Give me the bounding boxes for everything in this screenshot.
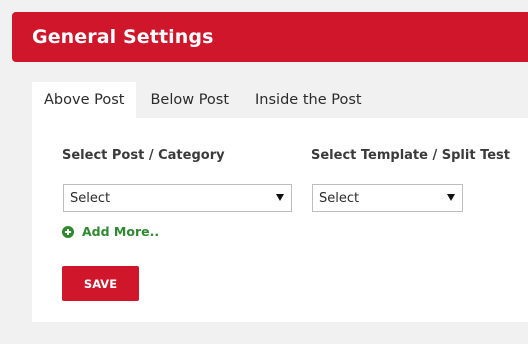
template-select[interactable]: Select bbox=[312, 184, 463, 212]
tab-below-post[interactable]: Below Post bbox=[136, 82, 243, 118]
post-category-label: Select Post / Category bbox=[62, 148, 225, 163]
tab-panel-above-post: Select Post / Category Select Template /… bbox=[32, 118, 528, 322]
caret-down-icon bbox=[276, 194, 284, 201]
post-category-select[interactable]: Select bbox=[63, 184, 292, 212]
tab-inside-the-post[interactable]: Inside the Post bbox=[243, 82, 374, 118]
plus-circle-icon bbox=[62, 225, 74, 238]
page-title: General Settings bbox=[32, 26, 214, 48]
template-label: Select Template / Split Test bbox=[311, 148, 510, 163]
save-button[interactable]: SAVE bbox=[62, 266, 139, 301]
post-category-select-value: Select bbox=[70, 190, 111, 206]
tab-above-post[interactable]: Above Post bbox=[32, 82, 137, 118]
template-select-value: Select bbox=[319, 190, 360, 206]
caret-down-icon bbox=[447, 194, 455, 201]
add-more-label: Add More.. bbox=[82, 224, 160, 239]
add-more-link[interactable]: Add More.. bbox=[62, 224, 159, 239]
settings-header: General Settings bbox=[12, 12, 528, 62]
tab-bar: Above Post Below Post Inside the Post bbox=[32, 82, 374, 118]
